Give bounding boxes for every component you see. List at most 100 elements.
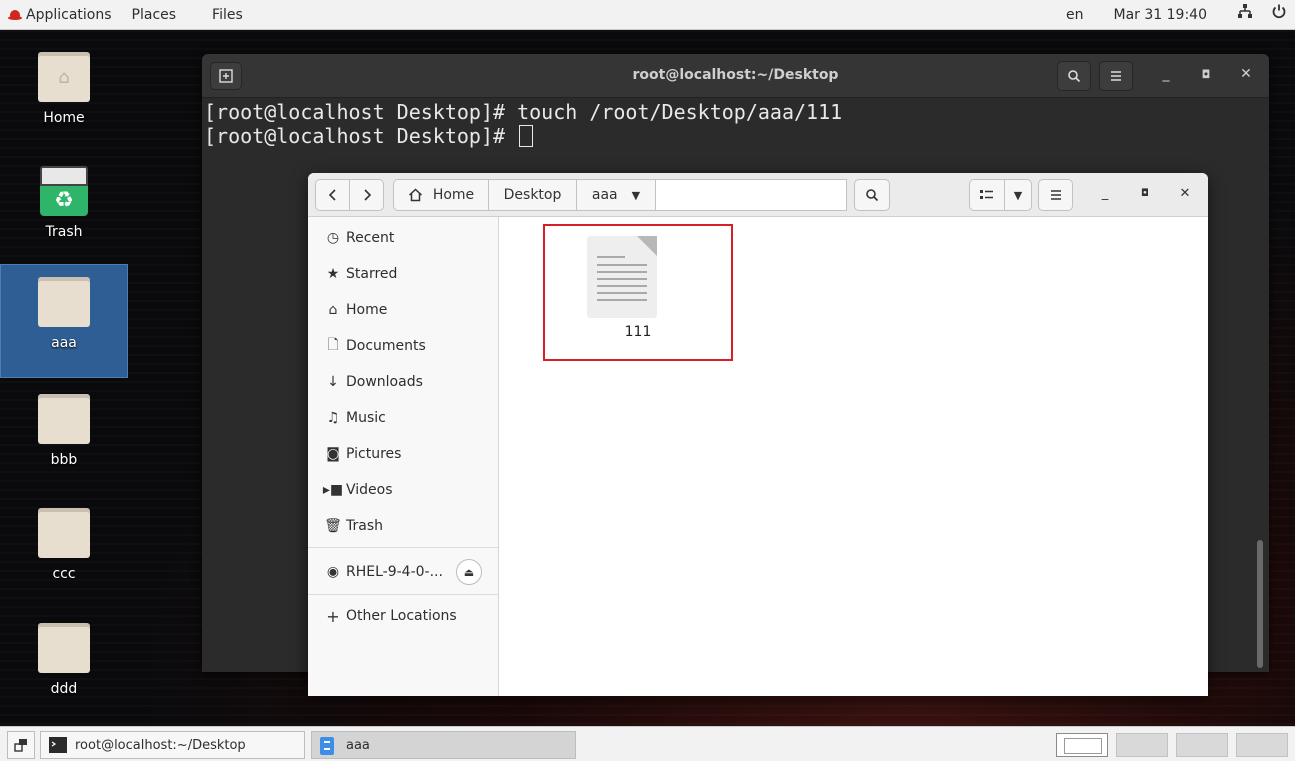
breadcrumb-aaa[interactable]: aaa ▼ — [576, 179, 656, 211]
applications-menu[interactable]: Applications — [22, 0, 122, 30]
desktop-icon-label: Trash — [45, 224, 83, 240]
path-bar-empty — [655, 179, 847, 211]
desktop-icon-bbb[interactable]: bbb — [0, 382, 128, 496]
sidebar-item-music[interactable]: ♫ Music — [308, 401, 498, 435]
file-name: 111 — [624, 324, 652, 340]
desktop-icon-ccc[interactable]: ccc — [0, 496, 128, 610]
terminal-output[interactable]: [root@localhost Desktop]# touch /root/De… — [202, 98, 1269, 148]
sidebar-item-downloads[interactable]: ↓ Downloads — [308, 365, 498, 399]
text-document-icon — [587, 236, 657, 318]
desktop-icon-home[interactable]: ⌂ Home — [0, 40, 128, 154]
folder-icon — [38, 277, 90, 327]
sidebar-item-documents[interactable]: 🗋 Documents — [308, 329, 498, 363]
sidebar-item-label: Music — [346, 410, 386, 426]
sidebar-item-label: Other Locations — [346, 608, 457, 624]
network-icon[interactable] — [1229, 0, 1261, 30]
main-menu-button[interactable] — [1038, 179, 1073, 211]
sidebar-item-label: Downloads — [346, 374, 423, 390]
sidebar-item-label: Home — [346, 302, 388, 318]
desktop-icon-aaa[interactable]: aaa — [0, 264, 128, 378]
sidebar-separator — [308, 547, 498, 548]
terminal-icon — [49, 737, 67, 753]
file-item[interactable]: 111 — [543, 224, 733, 361]
forward-button[interactable] — [349, 179, 384, 211]
download-icon: ↓ — [327, 374, 339, 390]
trash-icon: ♻ — [40, 166, 88, 218]
sidebar-item-label: Recent — [346, 230, 395, 246]
back-button[interactable] — [315, 179, 350, 211]
maximize-button[interactable]: ◘ — [1136, 188, 1154, 199]
search-button[interactable] — [854, 179, 890, 211]
sidebar-item-drive[interactable]: ◉ RHEL-9-4-0-... ⏏ — [308, 555, 498, 589]
clock[interactable]: Mar 31 19:40 — [1094, 0, 1229, 30]
maximize-button[interactable]: ◘ — [1196, 68, 1216, 81]
text-cursor — [519, 125, 534, 147]
breadcrumb-home[interactable]: Home — [393, 179, 489, 211]
bottom-taskbar: root@localhost:~/Desktop aaa — [0, 726, 1295, 761]
list-view-icon — [980, 190, 993, 199]
sidebar-item-label: RHEL-9-4-0-... — [346, 564, 443, 580]
desktop-icon-ddd[interactable]: ddd — [0, 611, 128, 725]
file-manager-window[interactable]: Home Desktop aaa ▼ ▼ _ ◘ ✕ ◷ Recent ★ St… — [308, 173, 1208, 696]
search-button[interactable] — [1057, 61, 1091, 91]
workspace-4[interactable] — [1236, 733, 1288, 757]
video-icon: ▸■ — [322, 482, 344, 498]
plus-icon: + — [326, 606, 340, 626]
minimize-button[interactable]: _ — [1096, 186, 1114, 201]
sidebar-item-trash[interactable]: 🗑 Trash — [308, 509, 498, 543]
sidebar-item-label: Starred — [346, 266, 398, 282]
breadcrumb-label: aaa — [591, 187, 618, 203]
close-button[interactable]: ✕ — [1236, 66, 1256, 82]
input-language-indicator[interactable]: en — [1056, 0, 1094, 30]
sidebar-item-other-locations[interactable]: + Other Locations — [308, 599, 498, 633]
task-terminal[interactable]: root@localhost:~/Desktop — [40, 731, 305, 759]
sidebar-item-home[interactable]: ⌂ Home — [308, 293, 498, 327]
music-icon: ♫ — [326, 410, 340, 426]
search-icon — [866, 189, 879, 202]
menu-button[interactable] — [1099, 61, 1133, 91]
places-sidebar: ◷ Recent ★ Starred ⌂ Home 🗋 Documents ↓ … — [308, 217, 499, 696]
minimize-button[interactable]: _ — [1156, 66, 1176, 82]
clock-icon: ◷ — [326, 230, 340, 246]
desktop-icon-label: ddd — [50, 681, 78, 697]
show-desktop-button[interactable] — [7, 731, 35, 759]
workspace-1[interactable] — [1056, 733, 1108, 757]
sidebar-item-label: Pictures — [346, 446, 402, 462]
terminal-line: [root@localhost Desktop]# — [204, 124, 1269, 148]
workspace-2[interactable] — [1116, 733, 1168, 757]
star-icon: ★ — [326, 266, 340, 282]
terminal-line: [root@localhost Desktop]# touch /root/De… — [204, 100, 843, 124]
task-label: aaa — [346, 737, 370, 753]
document-icon: 🗋 — [327, 337, 339, 353]
eject-button[interactable]: ⏏ — [456, 559, 482, 585]
desktop-icon-label: aaa — [51, 335, 77, 351]
places-menu[interactable]: Places — [122, 0, 187, 30]
file-manager-headerbar[interactable]: Home Desktop aaa ▼ ▼ _ ◘ ✕ — [308, 173, 1208, 217]
home-icon — [408, 188, 422, 202]
view-toggle-button[interactable] — [969, 179, 1005, 211]
close-button[interactable]: ✕ — [1176, 186, 1194, 201]
file-view[interactable]: 111 — [499, 217, 1208, 696]
task-files-aaa[interactable]: aaa — [311, 731, 576, 759]
sidebar-item-starred[interactable]: ★ Starred — [308, 257, 498, 291]
sidebar-item-videos[interactable]: ▸■ Videos — [308, 473, 498, 507]
folder-icon — [38, 508, 90, 558]
hamburger-icon — [1111, 71, 1121, 81]
breadcrumb-desktop[interactable]: Desktop — [488, 179, 577, 211]
show-desktop-icon — [14, 739, 27, 752]
sidebar-item-recent[interactable]: ◷ Recent — [308, 221, 498, 255]
terminal-scrollbar[interactable] — [1257, 540, 1263, 668]
top-bar: Applications Places Files en Mar 31 19:4… — [0, 0, 1295, 30]
camera-icon: ◙ — [326, 446, 340, 462]
breadcrumb-label: Home — [432, 187, 475, 203]
files-app-menu[interactable]: Files — [186, 0, 253, 30]
folder-icon — [38, 394, 90, 444]
view-options-button[interactable]: ▼ — [1004, 179, 1032, 211]
desktop-icon-trash[interactable]: ♻ Trash — [0, 154, 128, 268]
home-folder-icon: ⌂ — [38, 52, 90, 102]
triangle-down-icon: ▼ — [1013, 188, 1023, 202]
terminal-titlebar[interactable]: root@localhost:~/Desktop _ ◘ ✕ — [202, 54, 1269, 98]
power-icon[interactable] — [1261, 0, 1295, 30]
workspace-3[interactable] — [1176, 733, 1228, 757]
sidebar-item-pictures[interactable]: ◙ Pictures — [308, 437, 498, 471]
